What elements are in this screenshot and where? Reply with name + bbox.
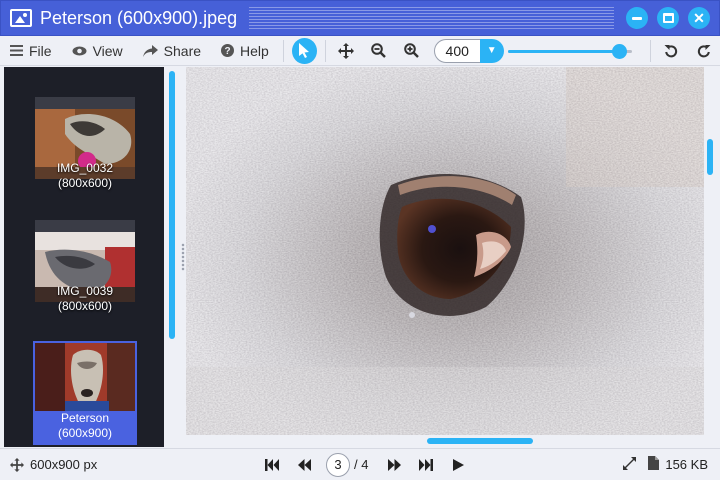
thumbnail-item-selected[interactable]: Peterson (600x900) [33, 341, 137, 445]
minimize-button[interactable] [626, 7, 648, 29]
move-tool-button[interactable] [333, 38, 358, 64]
status-right: 156 KB [617, 456, 708, 473]
rotate-right-icon [697, 44, 711, 57]
viewer-vertical-scrollbar-thumb[interactable] [707, 139, 713, 175]
rotate-right-button[interactable] [691, 38, 716, 64]
zoom-in-button[interactable] [399, 38, 424, 64]
zoom-out-button[interactable] [366, 38, 391, 64]
thumbnail-size: (800x600) [57, 176, 113, 190]
move-arrows-icon [10, 457, 24, 472]
toolbar-divider [649, 39, 651, 62]
help-menu[interactable]: ? Help [211, 36, 279, 66]
zoomed-dog-eye-image [186, 67, 704, 435]
last-page-button[interactable] [413, 452, 439, 478]
image-dimensions-text: 600x900 px [30, 457, 98, 472]
file-icon [648, 456, 660, 473]
page-navigation: 3 / 4 [256, 452, 474, 478]
rotate-left-button[interactable] [658, 38, 683, 64]
thumbnail-caption: IMG_0039 (800x600) [35, 284, 135, 316]
image-dimensions: 600x900 px [10, 457, 250, 472]
rewind-icon [297, 458, 311, 471]
sidebar-scrollbar-thumb[interactable] [169, 71, 175, 339]
sidebar-scrollbar[interactable] [166, 67, 180, 447]
chevron-down-icon: ▼ [486, 45, 497, 56]
title-grip[interactable] [249, 7, 614, 29]
window-title: Peterson (600x900).jpeg [40, 7, 238, 28]
thumbnail-name: IMG_0039 [56, 284, 114, 298]
play-icon [452, 458, 464, 471]
zoom-slider-fill [507, 49, 620, 53]
viewer-horizontal-scrollbar-thumb[interactable] [427, 438, 533, 444]
file-menu[interactable]: File [0, 36, 62, 66]
thumbnail-item[interactable]: IMG_0039 (800x600) [35, 220, 135, 316]
thumbnail-strip [35, 220, 135, 232]
thumbnail-size: (800x600) [57, 299, 113, 313]
title-bar[interactable]: Peterson (600x900).jpeg ✕ [0, 0, 720, 36]
skip-first-icon [265, 458, 279, 471]
image-icon [10, 9, 32, 27]
help-icon: ? [221, 44, 235, 57]
page-total: / 4 [354, 457, 369, 472]
thumbnail-item[interactable]: IMG_0032 (800x600) [35, 97, 135, 193]
dog-portrait-photo [35, 343, 135, 411]
splitter-grip-icon [181, 243, 185, 271]
thumbnail-caption: Peterson (600x900) [35, 411, 135, 443]
rotate-left-icon [664, 44, 677, 57]
move-arrows-icon [337, 42, 354, 59]
fast-forward-icon [387, 458, 401, 471]
first-page-button[interactable] [259, 452, 285, 478]
thumbnail-sidebar: IMG_0032 (800x600) IMG_0039 (800x600) Pe… [4, 67, 164, 447]
share-menu[interactable]: Share [133, 36, 211, 66]
next-page-button[interactable] [381, 452, 407, 478]
zoom-input[interactable]: 400 [433, 38, 480, 63]
svg-text:?: ? [224, 46, 230, 57]
thumbnail-strip [35, 97, 135, 109]
pointer-tool-button[interactable] [291, 37, 317, 64]
expand-icon [623, 456, 637, 470]
help-menu-label: Help [240, 42, 269, 59]
share-arrow-icon [142, 44, 158, 57]
thumbnail-image [35, 343, 135, 411]
viewer-horizontal-scrollbar[interactable] [186, 435, 704, 447]
page-number-input[interactable]: 3 [326, 452, 350, 477]
view-menu[interactable]: View [62, 36, 133, 66]
thumbnail-caption: IMG_0032 (800x600) [35, 161, 135, 193]
zoom-dropdown-button[interactable]: ▼ [479, 38, 504, 63]
zoom-in-icon [404, 43, 419, 58]
zoom-control: 400 ▼ [433, 38, 504, 63]
status-bar: 600x900 px 3 / 4 156 KB [0, 448, 720, 480]
zoom-slider[interactable] [507, 39, 632, 63]
toolbar-divider [324, 39, 326, 62]
thumbnail-size: (600x900) [57, 426, 113, 440]
toolbar: File View Share ? Help 400 ▼ [0, 36, 720, 66]
toolbar-divider [282, 39, 284, 62]
maximize-icon [662, 13, 674, 23]
minimize-icon [632, 16, 642, 20]
skip-last-icon [419, 458, 434, 471]
slideshow-play-button[interactable] [445, 452, 471, 478]
file-menu-label: File [29, 42, 52, 59]
file-size: 156 KB [665, 457, 708, 472]
close-icon: ✕ [693, 9, 705, 26]
zoom-slider-thumb[interactable] [612, 43, 628, 59]
menu-icon [10, 45, 23, 56]
cursor-arrow-icon [299, 43, 310, 58]
thumbnail-name: Peterson [60, 411, 110, 425]
close-button[interactable]: ✕ [688, 7, 710, 29]
previous-page-button[interactable] [291, 452, 317, 478]
viewer-vertical-scrollbar[interactable] [704, 67, 718, 435]
share-menu-label: Share [163, 42, 202, 59]
maximize-button[interactable] [657, 7, 679, 29]
eye-icon [72, 46, 87, 55]
zoom-out-icon [371, 43, 386, 58]
thumbnail-name: IMG_0032 [56, 161, 114, 175]
view-menu-label: View [92, 42, 123, 59]
fullscreen-button[interactable] [623, 456, 637, 473]
image-viewer[interactable] [186, 67, 704, 435]
